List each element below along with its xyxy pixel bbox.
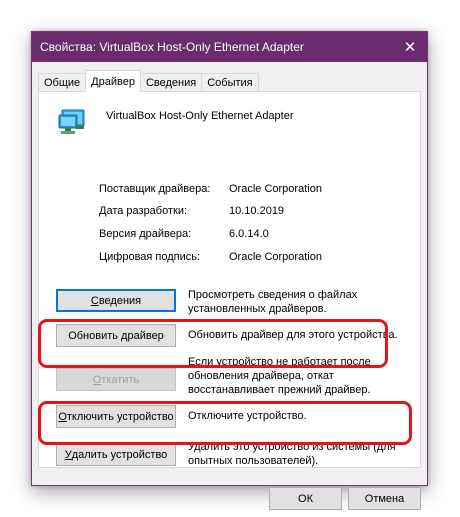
device-name: VirtualBox Host-Only Ethernet Adapter [106, 110, 294, 122]
version-label: Версия драйвера: [99, 228, 192, 240]
tab-general[interactable]: Общие [38, 73, 87, 92]
ok-button[interactable]: ОК [269, 487, 342, 510]
disable-device-description: Отключите устройство. [188, 410, 307, 422]
update-driver-button[interactable]: Обновить драйвер [56, 324, 176, 347]
details-description: Просмотреть сведения о файлах установлен… [188, 289, 358, 315]
tab-events[interactable]: События [201, 73, 259, 92]
cancel-button[interactable]: Отмена [348, 487, 421, 510]
network-adapter-icon [58, 109, 85, 134]
title-bar: Свойства: VirtualBox Host-Only Ethernet … [32, 32, 427, 62]
uninstall-device-label: далить устройство [71, 448, 168, 461]
update-driver-description: Обновить драйвер для этого устройства. [188, 329, 398, 341]
rollback-button-accel: О [92, 373, 102, 386]
details-button-accel: С [90, 294, 99, 307]
driver-tab-panel: VirtualBox Host-Only Ethernet Adapter По… [38, 91, 421, 468]
provider-label: Поставщик драйвера: [99, 183, 211, 195]
details-button[interactable]: Сведения [56, 289, 176, 312]
update-driver-label: Обновить драйвер [68, 329, 164, 342]
date-label: Дата разработки: [99, 205, 188, 217]
tab-details[interactable]: Сведения [139, 73, 203, 92]
disable-device-button[interactable]: Отключить устройство [56, 405, 176, 428]
tab-strip: Общие Драйвер Сведения События [38, 70, 259, 92]
uninstall-device-accel: У [64, 448, 72, 461]
close-icon: ✕ [403, 39, 417, 56]
uninstall-device-description: Удалить это устройство из системы (для о… [188, 441, 396, 467]
date-value: 10.10.2019 [229, 205, 285, 217]
properties-dialog: Свойства: VirtualBox Host-Only Ethernet … [31, 31, 428, 510]
window-title: Свойства: VirtualBox Host-Only Ethernet … [40, 40, 304, 54]
disable-device-label: тключить устройство [66, 410, 174, 423]
rollback-button-label: ткатить [101, 373, 140, 386]
details-button-label: ведения [98, 294, 142, 307]
signature-value: Oracle Corporation [229, 251, 322, 263]
signature-label: Цифровая подпись: [99, 251, 201, 263]
rollback-button[interactable]: Откатить [56, 368, 176, 391]
provider-value: Oracle Corporation [229, 183, 322, 195]
version-value: 6.0.14.0 [229, 228, 269, 240]
disable-device-accel: О [58, 410, 67, 423]
rollback-description: Если устройство не работает после обновл… [188, 356, 371, 396]
tab-driver[interactable]: Драйвер [85, 70, 141, 92]
close-button[interactable]: ✕ [393, 32, 427, 62]
uninstall-device-button[interactable]: Удалить устройство [56, 443, 176, 466]
